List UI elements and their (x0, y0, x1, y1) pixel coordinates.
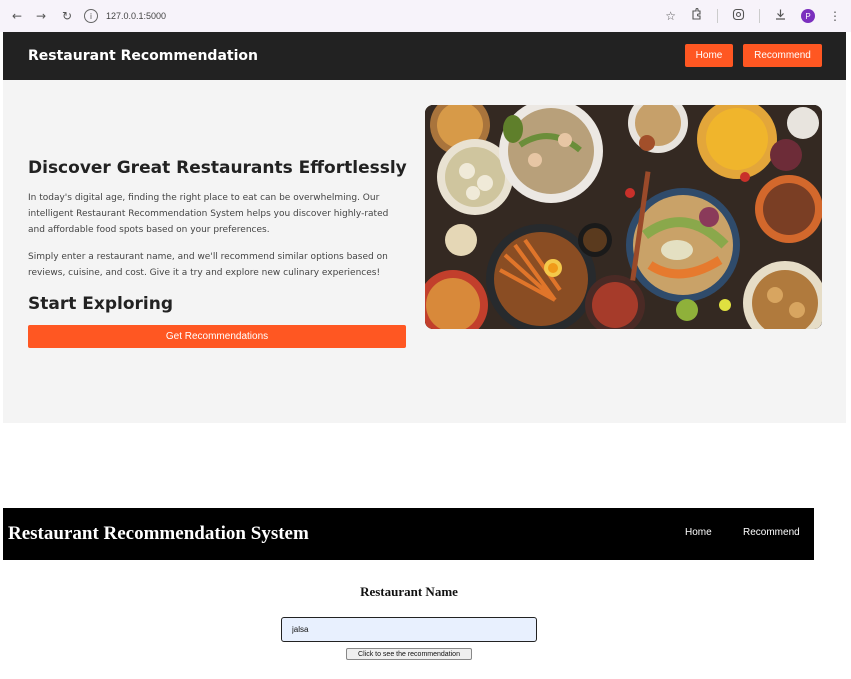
url-text[interactable]: 127.0.0.1:5000 (106, 11, 166, 21)
site-brand[interactable]: Restaurant Recommendation (28, 48, 258, 64)
legacy-site-header: Restaurant Recommendation System Home Re… (3, 508, 814, 560)
nav-home-button[interactable]: Home (685, 44, 733, 67)
get-recommendations-button[interactable]: Get Recommendations (28, 325, 406, 348)
toolbar-divider (759, 9, 760, 23)
site-info-icon[interactable]: i (84, 9, 98, 23)
lens-icon[interactable] (732, 8, 745, 24)
header-nav: Home Recommend (685, 44, 822, 67)
browser-toolbar: ← → ↻ i 127.0.0.1:5000 ☆ P ⋮ (0, 0, 851, 32)
site-header: Restaurant Recommendation Home Recommend (3, 32, 846, 80)
nav-recommend-button[interactable]: Recommend (743, 44, 822, 67)
toolbar-divider (717, 9, 718, 23)
profile-avatar[interactable]: P (801, 9, 815, 23)
hero-title: Discover Great Restaurants Effortlessly (28, 158, 407, 178)
explore-heading: Start Exploring (28, 294, 174, 314)
back-arrow-icon[interactable]: ← (8, 7, 26, 25)
bookmark-star-icon[interactable]: ☆ (665, 9, 676, 23)
download-icon[interactable] (774, 8, 787, 24)
reload-icon[interactable]: ↻ (58, 7, 76, 25)
browser-actions: ☆ P ⋮ (665, 0, 841, 32)
forward-arrow-icon[interactable]: → (32, 7, 50, 25)
hero-paragraph-howto: Simply enter a restaurant name, and we'l… (28, 252, 388, 278)
see-recommendation-button[interactable]: Click to see the recommendation (346, 648, 472, 660)
extensions-icon[interactable] (690, 7, 703, 24)
legacy-nav-recommend-link[interactable]: Recommend (743, 527, 800, 538)
hero-paragraph-intro: In today's digital age, finding the righ… (28, 193, 389, 235)
food-hero-image (425, 105, 822, 329)
restaurant-name-label: Restaurant Name (360, 584, 458, 599)
restaurant-name-input[interactable] (281, 617, 537, 642)
legacy-nav-home-link[interactable]: Home (685, 527, 712, 538)
hero-section: Discover Great Restaurants Effortlessly … (3, 80, 846, 423)
legacy-site-brand[interactable]: Restaurant Recommendation System (8, 523, 309, 545)
address-bar[interactable]: i 127.0.0.1:5000 (84, 5, 166, 27)
menu-kebab-icon[interactable]: ⋮ (829, 9, 841, 23)
